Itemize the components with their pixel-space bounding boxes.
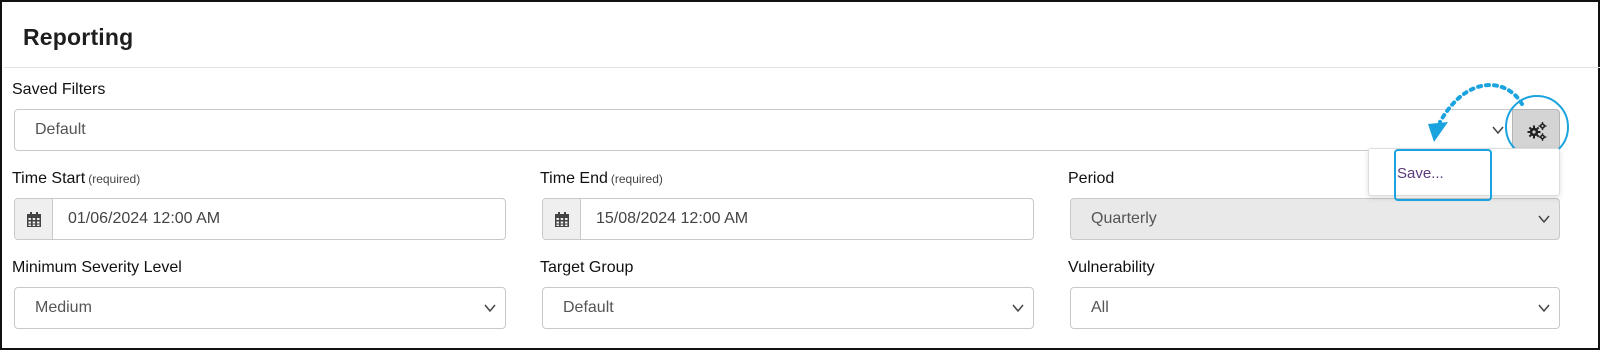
target-group-value: Default <box>563 299 614 316</box>
calendar-icon <box>27 212 41 227</box>
time-end-value: 15/08/2024 12:00 AM <box>596 210 749 227</box>
saved-filters-label: Saved Filters <box>12 81 106 98</box>
time-end-label: Time End (required) <box>540 170 663 187</box>
chevron-down-icon <box>1538 215 1550 224</box>
chevron-down-icon <box>484 304 496 313</box>
time-start-label: Time Start (required) <box>12 170 141 187</box>
min-severity-value: Medium <box>35 299 92 316</box>
min-severity-select[interactable]: Medium <box>14 287 506 329</box>
vulnerability-label: Vulnerability <box>1068 259 1155 276</box>
save-item-highlight <box>1394 149 1492 201</box>
time-start-calendar-button[interactable] <box>15 199 53 239</box>
period-value: Quarterly <box>1091 210 1157 227</box>
reporting-panel: Reporting Saved Filters Default Time Sta… <box>0 0 1600 350</box>
page-title: Reporting <box>23 24 134 50</box>
period-select[interactable]: Quarterly <box>1070 198 1560 240</box>
time-start-field[interactable]: 01/06/2024 12:00 AM <box>14 198 506 240</box>
time-end-calendar-button[interactable] <box>543 199 581 239</box>
curved-arrow-annotation <box>1428 83 1524 142</box>
saved-filters-select[interactable]: Default <box>14 109 1514 151</box>
panel-header: Reporting <box>4 4 1600 68</box>
chevron-down-icon <box>1012 304 1024 313</box>
calendar-icon <box>555 212 569 227</box>
time-end-field[interactable]: 15/08/2024 12:00 AM <box>542 198 1034 240</box>
min-severity-label: Minimum Severity Level <box>12 259 182 276</box>
saved-filters-value: Default <box>35 121 86 138</box>
period-label: Period <box>1068 170 1115 187</box>
chevron-down-icon <box>1538 304 1550 313</box>
vulnerability-value: All <box>1091 299 1109 316</box>
target-group-label: Target Group <box>540 259 634 276</box>
time-start-value: 01/06/2024 12:00 AM <box>68 210 221 227</box>
target-group-select[interactable]: Default <box>542 287 1034 329</box>
vulnerability-select[interactable]: All <box>1070 287 1560 329</box>
